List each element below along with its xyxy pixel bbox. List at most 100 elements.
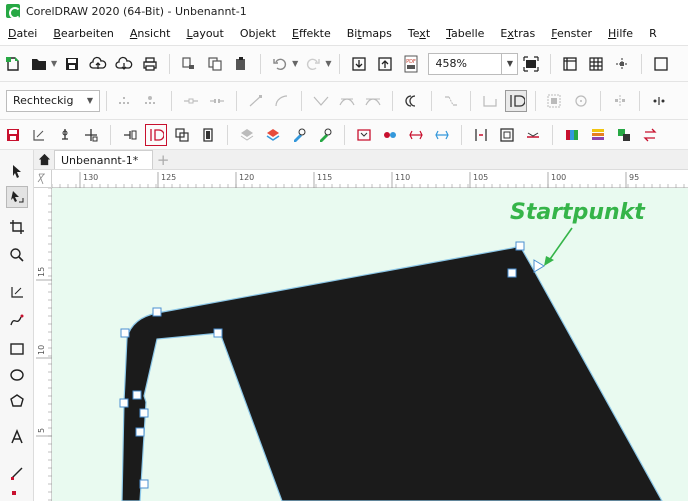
align-nodes-icon[interactable] <box>609 90 631 112</box>
zoom-tool-icon[interactable] <box>6 244 28 266</box>
save-icon[interactable] <box>61 53 83 75</box>
menu-item-4[interactable]: Objekt <box>232 22 284 45</box>
close-curve-icon[interactable] <box>479 90 501 112</box>
reflect-nodes-icon[interactable] <box>648 90 670 112</box>
curve-node[interactable] <box>139 479 149 489</box>
curve-node[interactable] <box>213 328 223 338</box>
curve-node[interactable] <box>515 241 525 251</box>
contour-right-icon[interactable] <box>431 124 453 146</box>
curve-node[interactable] <box>132 390 142 400</box>
show-guidelines-icon[interactable] <box>611 53 633 75</box>
blend-icon[interactable] <box>379 124 401 146</box>
menu-item-0[interactable]: Datei <box>0 22 45 45</box>
show-rulers-icon[interactable] <box>559 53 581 75</box>
align-center-icon[interactable] <box>470 124 492 146</box>
menu-item-7[interactable]: Text <box>400 22 438 45</box>
curve-node[interactable] <box>135 427 145 437</box>
color-palette-icon[interactable] <box>561 124 583 146</box>
paste-icon[interactable] <box>230 53 252 75</box>
horizontal-ruler[interactable]: 130 125 120 115 110 105 100 95 <box>34 170 688 188</box>
publish-pdf-icon[interactable]: PDF <box>400 53 422 75</box>
ruler-origin[interactable] <box>34 170 52 188</box>
text-tool-icon[interactable] <box>6 426 28 448</box>
export-icon[interactable] <box>374 53 396 75</box>
eyedropper-icon[interactable] <box>288 124 310 146</box>
envelope-icon[interactable] <box>353 124 375 146</box>
save-document-icon[interactable] <box>2 124 24 146</box>
smooth-node-icon[interactable] <box>336 90 358 112</box>
menu-item-8[interactable]: Tabelle <box>438 22 492 45</box>
snap-to-icon[interactable] <box>650 53 672 75</box>
pick-tool-icon[interactable] <box>6 160 28 182</box>
copy-icon[interactable] <box>204 53 226 75</box>
object-manager-icon[interactable] <box>613 124 635 146</box>
color-styles-icon[interactable] <box>587 124 609 146</box>
rectangle-tool-icon[interactable] <box>6 338 28 360</box>
import-icon[interactable] <box>348 53 370 75</box>
drop-shadow-icon[interactable] <box>522 124 544 146</box>
frame-icon[interactable] <box>496 124 518 146</box>
drawing-canvas[interactable]: Startpunkt <box>52 188 688 501</box>
vertical-ruler[interactable]: 15 10 5 <box>34 170 52 501</box>
ellipse-tool-icon[interactable] <box>6 364 28 386</box>
menu-item-3[interactable]: Layout <box>178 22 231 45</box>
print-icon[interactable] <box>139 53 161 75</box>
menu-item-2[interactable]: Ansicht <box>122 22 179 45</box>
menu-item-12[interactable]: R <box>641 22 665 45</box>
blend-tool-icon[interactable] <box>6 486 28 501</box>
attribute-eyedropper-icon[interactable] <box>314 124 336 146</box>
cusp-node-icon[interactable] <box>310 90 332 112</box>
rotate-nodes-icon[interactable] <box>570 90 592 112</box>
menu-item-10[interactable]: Fenster <box>543 22 600 45</box>
join-nodes-icon[interactable] <box>180 90 202 112</box>
curve-node[interactable] <box>119 398 129 408</box>
break-curve-icon[interactable] <box>206 90 228 112</box>
to-curve-icon[interactable] <box>271 90 293 112</box>
node-distribute-icon[interactable] <box>115 90 137 112</box>
extend-curve-icon[interactable] <box>440 90 462 112</box>
open-folder-icon[interactable] <box>28 53 50 75</box>
menu-item-5[interactable]: Effekte <box>284 22 339 45</box>
selected-curve-shape[interactable] <box>121 245 663 501</box>
document-tab[interactable]: Unbenannt-1* <box>54 150 154 169</box>
home-icon[interactable] <box>34 149 54 169</box>
show-grid-icon[interactable] <box>585 53 607 75</box>
dimension-tool-icon[interactable] <box>28 124 50 146</box>
curve-node[interactable] <box>139 408 149 418</box>
undo-dropdown-icon[interactable]: ▼ <box>292 59 298 68</box>
trim-icon[interactable] <box>119 124 141 146</box>
replace-icon[interactable] <box>639 124 661 146</box>
undo-icon[interactable] <box>269 53 291 75</box>
dimension-tool-icon[interactable] <box>6 282 28 304</box>
redo-dropdown-icon[interactable]: ▼ <box>325 59 331 68</box>
menu-item-9[interactable]: Extras <box>492 22 543 45</box>
crop-tool-icon[interactable] <box>6 216 28 238</box>
new-document-icon[interactable] <box>2 53 24 75</box>
zoom-dropdown-icon[interactable]: ▼ <box>502 52 519 75</box>
break-apart-curve-icon[interactable] <box>505 89 527 112</box>
connector-tool-icon[interactable] <box>6 462 28 484</box>
shape-type-select[interactable]: Rechteckig ▼ <box>6 89 100 112</box>
menu-item-11[interactable]: Hilfe <box>600 22 641 45</box>
reverse-direction-icon[interactable] <box>401 90 423 112</box>
to-line-icon[interactable] <box>245 90 267 112</box>
layer-icon[interactable] <box>236 124 258 146</box>
layers-color-icon[interactable] <box>262 124 284 146</box>
curve-node[interactable] <box>507 268 517 278</box>
open-dropdown-icon[interactable]: ▼ <box>51 59 57 68</box>
shape-tool-icon[interactable] <box>6 186 28 208</box>
cut-icon[interactable] <box>178 53 200 75</box>
redo-icon[interactable] <box>302 53 324 75</box>
pen-node-icon[interactable] <box>54 124 76 146</box>
menu-item-1[interactable]: Bearbeiten <box>45 22 121 45</box>
symmetrical-node-icon[interactable] <box>362 90 384 112</box>
new-tab-icon[interactable]: + <box>153 150 173 169</box>
full-screen-icon[interactable] <box>520 53 542 75</box>
curve-node[interactable] <box>152 307 162 317</box>
cloud-download-icon[interactable] <box>113 53 135 75</box>
add-node-icon[interactable] <box>80 124 102 146</box>
menu-item-6[interactable]: Bitmaps <box>339 22 400 45</box>
freehand-tool-icon[interactable] <box>6 310 28 332</box>
contour-left-icon[interactable] <box>405 124 427 146</box>
combine-icon[interactable] <box>145 123 167 146</box>
